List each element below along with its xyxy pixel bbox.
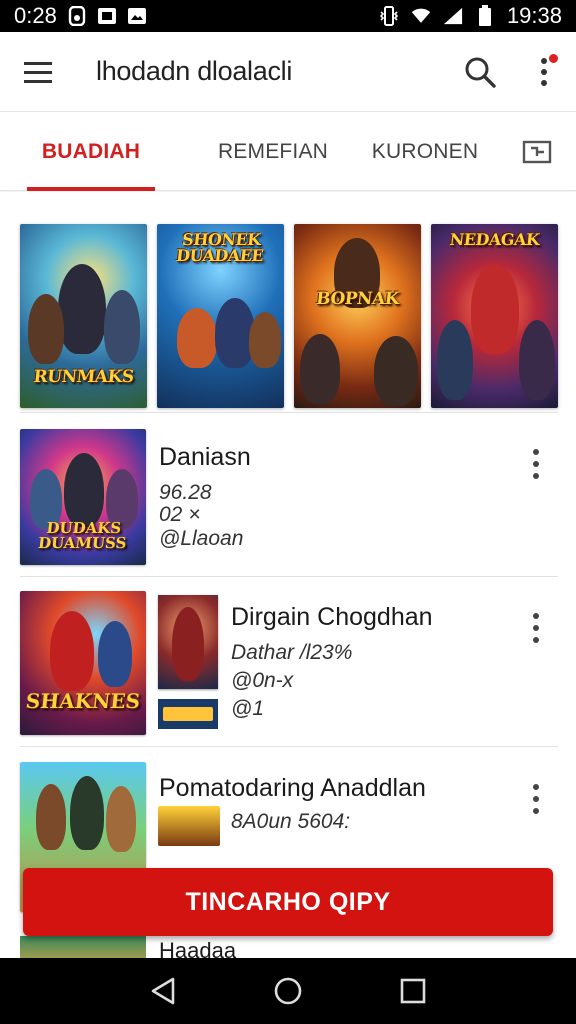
- item-meta: @Llaoan: [159, 527, 244, 550]
- tab-remefian[interactable]: REMEFIAN: [205, 113, 341, 191]
- vibrate-icon: [379, 6, 399, 26]
- character-figure: [374, 336, 418, 406]
- recents-icon[interactable]: [388, 966, 438, 1016]
- status-bar: 0:28 19:38: [0, 0, 576, 32]
- character-figure: [28, 294, 64, 364]
- app-title: lhodadn dloalacli: [96, 56, 293, 86]
- featured-poster[interactable]: RUNMAKS: [20, 224, 147, 408]
- list-item[interactable]: Haadaa: [20, 936, 558, 958]
- thumb-title: DUDAKS DUAMUSS: [37, 519, 128, 552]
- tab-label: KURONEN: [371, 139, 479, 163]
- divider: [20, 746, 558, 747]
- search-icon[interactable]: [448, 32, 512, 112]
- tab-kuronen[interactable]: KURONEN: [365, 113, 485, 191]
- thumb-title: SHAKNES: [24, 689, 142, 713]
- status-image-icon: [97, 6, 117, 26]
- character-figure: [64, 453, 104, 527]
- featured-grid: RUNMAKS SHONEK DUADAEE BOPNAK NEDAGAK: [20, 224, 558, 408]
- character-figure: [437, 320, 473, 400]
- character-figure: [50, 611, 94, 691]
- item-meta: 02 ×: [159, 503, 201, 526]
- item-meta: 8A0un 5604:: [231, 810, 351, 833]
- item-meta: Dathar /l23%: [231, 641, 353, 664]
- item-small-cover: [158, 595, 218, 689]
- character-figure: [106, 786, 136, 852]
- character-figure: [249, 312, 281, 368]
- poster-title: RUNMAKS: [32, 367, 135, 387]
- battery-icon: [475, 5, 495, 26]
- character-figure: [58, 264, 106, 354]
- poster-title: NEDAGAK: [448, 230, 541, 249]
- character-figure: [70, 776, 104, 850]
- app-bar: lhodadn dloalacli: [0, 32, 576, 112]
- character-figure: [172, 607, 204, 681]
- item-small-logo: [158, 699, 218, 729]
- character-figure: [36, 784, 66, 850]
- cta-label: TINCARHO QIPY: [185, 887, 391, 916]
- more-vertical-icon[interactable]: [512, 32, 576, 112]
- divider: [20, 576, 558, 577]
- list-item[interactable]: SHAKNES Dirgain Chogdhan Dathar /l23% @0…: [20, 591, 558, 737]
- status-time-right: 19:38: [506, 3, 562, 28]
- tab-bar: BUADIAH REMEFIAN KURONEN: [0, 113, 576, 191]
- item-thumbnail: DUDAKS DUAMUSS: [20, 429, 146, 565]
- item-small-logo: [158, 806, 220, 846]
- back-icon[interactable]: [138, 966, 188, 1016]
- list-item[interactable]: DUDAKS DUAMUSS Daniasn 96.28 02 × @Llaoa…: [20, 429, 558, 565]
- item-meta: @1: [231, 697, 264, 720]
- item-title: Daniasn: [159, 443, 251, 471]
- featured-poster[interactable]: BOPNAK: [294, 224, 421, 408]
- character-figure: [300, 334, 340, 404]
- item-thumbnail: [20, 936, 146, 958]
- tab-buadiah[interactable]: BUADIAH: [27, 113, 155, 191]
- content-area: RUNMAKS SHONEK DUADAEE BOPNAK NEDAGAK DU…: [0, 192, 576, 958]
- character-figure: [519, 320, 555, 400]
- item-menu-icon[interactable]: [514, 774, 558, 824]
- tab-label: BUADIAH: [41, 139, 141, 163]
- status-app-icon: [67, 6, 87, 26]
- signal-icon: [443, 6, 463, 26]
- character-figure: [104, 290, 140, 364]
- status-image-icon: [127, 6, 147, 26]
- character-figure: [177, 308, 217, 368]
- tab-label: REMEFIAN: [217, 139, 329, 163]
- featured-poster[interactable]: SHONEK DUADAEE: [157, 224, 284, 408]
- system-nav-bar: [0, 958, 576, 1024]
- character-figure: [98, 621, 132, 687]
- home-icon[interactable]: [263, 966, 313, 1016]
- tab-overflow-icon[interactable]: [517, 113, 557, 191]
- item-meta: @0n-x: [231, 669, 294, 692]
- item-menu-icon[interactable]: [514, 603, 558, 653]
- divider: [20, 412, 558, 413]
- notification-badge: [547, 51, 560, 65]
- item-title: Dirgain Chogdhan: [231, 603, 433, 631]
- item-title: Pomatodaring Anaddlan: [159, 774, 426, 802]
- item-thumbnail: SHAKNES: [20, 591, 146, 735]
- wifi-icon: [411, 6, 431, 26]
- featured-poster[interactable]: NEDAGAK: [431, 224, 558, 408]
- primary-action-button[interactable]: TINCARHO QIPY: [23, 868, 553, 936]
- status-time-left: 0:28: [14, 3, 57, 28]
- hamburger-menu-icon[interactable]: [0, 32, 78, 112]
- item-menu-icon[interactable]: [514, 439, 558, 489]
- poster-title: SHONEK DUADAEE: [175, 230, 265, 265]
- poster-title: BOPNAK: [315, 289, 400, 309]
- character-figure: [471, 264, 519, 354]
- item-meta: 96.28: [159, 481, 212, 504]
- item-title: Haadaa: [159, 938, 237, 958]
